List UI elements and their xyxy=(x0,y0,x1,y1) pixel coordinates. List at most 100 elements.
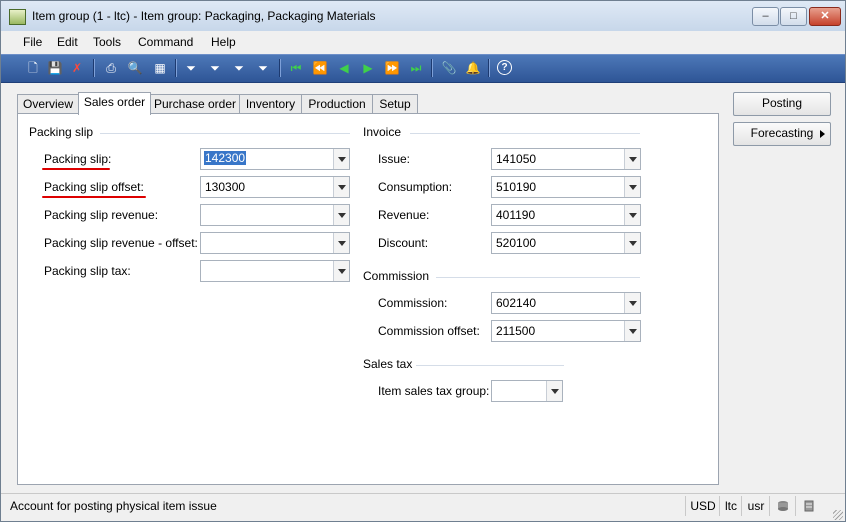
chevron-down-icon[interactable] xyxy=(333,261,349,281)
app-icon xyxy=(9,9,26,25)
tab-inventory[interactable]: Inventory xyxy=(239,94,302,114)
revenue-combo[interactable]: 401190 xyxy=(491,204,641,226)
packing-slip-combo[interactable]: 142300 xyxy=(200,148,350,170)
new-icon[interactable]: 🗋 xyxy=(25,60,41,76)
status-company[interactable]: ltc xyxy=(719,496,742,516)
filter-by-form-icon[interactable]: ⏷ xyxy=(207,60,223,76)
commission-offset-combo[interactable]: 211500 xyxy=(491,320,641,342)
last-record-icon[interactable]: ⏭ xyxy=(408,60,424,76)
forecasting-button-label: Forecasting xyxy=(750,126,814,140)
document-handling-icon[interactable]: 📎 xyxy=(441,60,457,76)
advanced-filter-icon[interactable]: ⏷ xyxy=(231,60,247,76)
tab-overview[interactable]: Overview xyxy=(17,94,79,114)
posting-button-label: Posting xyxy=(761,96,803,110)
chevron-down-icon[interactable] xyxy=(333,149,349,169)
status-message: Account for posting physical item issue xyxy=(10,499,217,513)
status-bar: Account for posting physical item issue … xyxy=(1,493,845,521)
help-icon[interactable]: ? xyxy=(497,60,512,75)
toolbar-separator xyxy=(175,59,177,77)
red-underline xyxy=(42,196,146,198)
issue-label: Issue: xyxy=(378,152,411,166)
packing-slip-revenue-offset-label: Packing slip revenue - offset: xyxy=(44,236,198,250)
previous-page-icon[interactable]: ⏪ xyxy=(312,60,328,76)
group-divider xyxy=(410,133,640,134)
toolbar-separator xyxy=(431,59,433,77)
previous-record-icon[interactable]: ◀ xyxy=(336,60,352,76)
chevron-down-icon[interactable] xyxy=(333,177,349,197)
session-icon[interactable] xyxy=(795,496,822,516)
chevron-down-icon[interactable] xyxy=(624,293,640,313)
consumption-value[interactable]: 510190 xyxy=(496,180,536,194)
commission-group-title: Commission xyxy=(363,269,430,283)
item-sales-tax-group-label: Item sales tax group: xyxy=(378,384,490,398)
tab-sales-order[interactable]: Sales order xyxy=(78,92,151,115)
chevron-down-icon[interactable] xyxy=(546,381,562,401)
group-divider xyxy=(436,277,640,278)
chevron-down-icon[interactable] xyxy=(624,177,640,197)
packing-slip-revenue-combo[interactable] xyxy=(200,204,350,226)
print-preview-icon[interactable]: 🔍 xyxy=(127,60,143,76)
chevron-down-icon[interactable] xyxy=(333,233,349,253)
posting-button[interactable]: Posting xyxy=(733,92,831,116)
alert-icon[interactable]: 🔔 xyxy=(465,60,481,76)
revenue-value[interactable]: 401190 xyxy=(496,208,535,222)
export-excel-icon[interactable]: ▦ xyxy=(152,60,168,76)
packing-slip-revenue-offset-combo[interactable] xyxy=(200,232,350,254)
commission-combo[interactable]: 602140 xyxy=(491,292,641,314)
close-button[interactable]: ✕ xyxy=(809,7,841,26)
packing-slip-label: Packing slip: xyxy=(44,152,112,166)
group-divider xyxy=(100,133,350,134)
toolbar: 🗋 💾 ✗ ⎙ 🔍 ▦ ⏷ ⏷ ⏷ ⏷ ⏮ ⏪ ◀ ▶ ⏩ ⏭ 📎 🔔 ? xyxy=(1,54,845,83)
menu-tools[interactable]: Tools xyxy=(93,35,121,49)
sales-tax-group-title: Sales tax xyxy=(363,357,413,371)
tab-purchase-order[interactable]: Purchase order xyxy=(150,94,240,114)
issue-value[interactable]: 141050 xyxy=(496,152,536,166)
packing-slip-offset-combo[interactable]: 130300 xyxy=(200,176,350,198)
menu-help[interactable]: Help xyxy=(211,35,236,49)
print-icon[interactable]: ⎙ xyxy=(103,60,119,76)
packing-slip-tax-combo[interactable] xyxy=(200,260,350,282)
group-divider xyxy=(416,365,564,366)
status-layer[interactable]: usr xyxy=(741,496,770,516)
chevron-down-icon[interactable] xyxy=(624,233,640,253)
tab-setup[interactable]: Setup xyxy=(372,94,418,114)
next-page-icon[interactable]: ⏩ xyxy=(384,60,400,76)
forecasting-button[interactable]: Forecasting xyxy=(733,122,831,146)
resize-grip[interactable] xyxy=(833,510,843,520)
chevron-down-icon[interactable] xyxy=(624,205,640,225)
title-bar: Item group (1 - ltc) - Item group: Packa… xyxy=(1,1,845,31)
delete-icon[interactable]: ✗ xyxy=(69,60,85,76)
chevron-down-icon[interactable] xyxy=(624,149,640,169)
revenue-label: Revenue: xyxy=(378,208,430,222)
tab-production[interactable]: Production xyxy=(301,94,373,114)
consumption-label: Consumption: xyxy=(378,180,453,194)
commission-label: Commission: xyxy=(378,296,448,310)
chevron-right-icon xyxy=(820,130,825,138)
packing-slip-offset-value[interactable]: 130300 xyxy=(205,180,245,194)
database-icon[interactable] xyxy=(769,496,796,516)
issue-combo[interactable]: 141050 xyxy=(491,148,641,170)
consumption-combo[interactable]: 510190 xyxy=(491,176,641,198)
toolbar-separator xyxy=(488,59,490,77)
chevron-down-icon[interactable] xyxy=(333,205,349,225)
menu-file[interactable]: File xyxy=(23,35,42,49)
menu-edit[interactable]: Edit xyxy=(57,35,78,49)
item-sales-tax-group-combo[interactable] xyxy=(491,380,563,402)
next-record-icon[interactable]: ▶ xyxy=(360,60,376,76)
discount-combo[interactable]: 520100 xyxy=(491,232,641,254)
remove-filter-icon[interactable]: ⏷ xyxy=(255,60,271,76)
minimize-button[interactable]: – xyxy=(752,7,779,26)
maximize-button[interactable]: □ xyxy=(780,7,807,26)
chevron-down-icon[interactable] xyxy=(624,321,640,341)
filter-by-selection-icon[interactable]: ⏷ xyxy=(183,60,199,76)
first-record-icon[interactable]: ⏮ xyxy=(288,60,304,76)
packing-slip-value[interactable]: 142300 xyxy=(204,151,247,165)
menu-command[interactable]: Command xyxy=(138,35,193,49)
status-currency[interactable]: USD xyxy=(685,496,720,516)
discount-value[interactable]: 520100 xyxy=(496,236,536,250)
red-underline xyxy=(42,168,110,170)
save-icon[interactable]: 💾 xyxy=(47,60,63,76)
invoice-group-title: Invoice xyxy=(363,125,402,139)
commission-offset-value[interactable]: 211500 xyxy=(496,324,535,338)
commission-value[interactable]: 602140 xyxy=(496,296,536,310)
